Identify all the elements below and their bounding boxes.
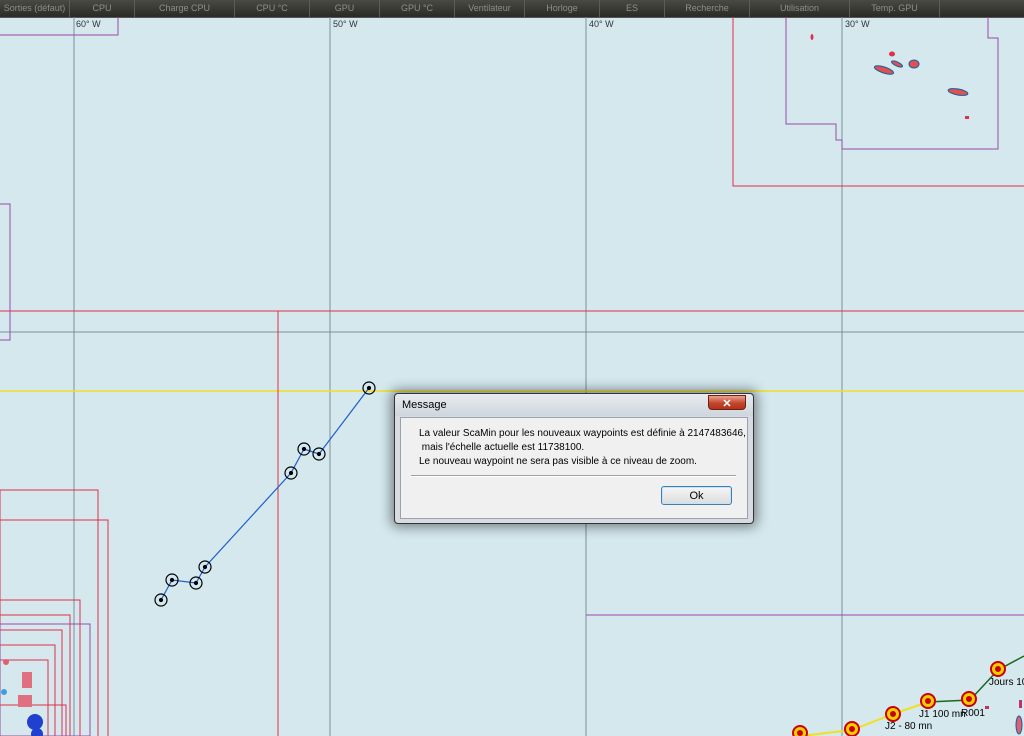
longitude-label: 60° W [76, 19, 101, 29]
close-icon: ✕ [722, 398, 732, 410]
longitude-grid [0, 17, 1024, 736]
status-segment: CPU °C [235, 0, 310, 17]
dialog-message: La valeur ScaMin pour les nouveaux waypo… [419, 427, 746, 469]
waypoint-marker [362, 381, 376, 395]
waypoint-label: J2 - 80 mn [885, 721, 933, 732]
status-segment: Charge CPU [135, 0, 235, 17]
waypoint-marker [154, 593, 168, 607]
dialog-titlebar[interactable]: Message ✕ [395, 394, 753, 416]
waypoint-label: J1 100 mn [919, 709, 966, 720]
status-segment: Sorties (défaut) [0, 0, 70, 17]
route-waypoint [792, 725, 808, 736]
status-segment: Horloge [525, 0, 600, 17]
coastline-cluster [1, 659, 43, 736]
status-segment: GPU [310, 0, 380, 17]
waypoint-marker [297, 442, 311, 456]
status-segment: CPU [70, 0, 135, 17]
waypoint-marker [312, 447, 326, 461]
longitude-label: 30° W [845, 19, 870, 29]
status-segment: Temp. GPU [850, 0, 940, 17]
message-line: La valeur ScaMin pour les nouveaux waypo… [419, 428, 746, 439]
route-waypoint [961, 691, 977, 707]
waypoints[interactable] [154, 381, 376, 607]
status-segment: Recherche [665, 0, 750, 17]
message-line: Le nouveau waypoint ne sera pas visible … [419, 456, 697, 467]
ok-button[interactable]: Ok [661, 486, 732, 505]
waypoint-marker [284, 466, 298, 480]
chart-canvas[interactable] [0, 17, 1024, 736]
status-segment: ES [600, 0, 665, 17]
azores-islands [810, 34, 969, 119]
status-segment: GPU °C [380, 0, 455, 17]
longitude-label: 50° W [333, 19, 358, 29]
route-waypoint [885, 706, 901, 722]
status-segment: Utilisation [750, 0, 850, 17]
waypoint-label: Jours 10 [989, 677, 1024, 688]
status-bar: Sorties (défaut) CPU Charge CPU CPU °C G… [0, 0, 1024, 18]
status-segment: Ventilateur [455, 0, 525, 17]
dialog-title: Message [402, 399, 447, 411]
dialog-body: La valeur ScaMin pour les nouveaux waypo… [400, 417, 748, 519]
longitude-label: 40° W [589, 19, 614, 29]
message-dialog: Message ✕ La valeur ScaMin pour les nouv… [394, 393, 754, 524]
route-waypoint [844, 721, 860, 736]
close-button[interactable]: ✕ [708, 395, 746, 410]
route-waypoint [920, 693, 936, 709]
route-waypoint [990, 661, 1006, 677]
route[interactable] [160, 387, 370, 601]
waypoint-label: R001 [961, 708, 985, 719]
message-line: mais l'échelle actuelle est 11738100. [419, 442, 585, 453]
small-markers [985, 700, 1023, 735]
dialog-separator [411, 475, 736, 477]
chart-boundaries-purple [0, 17, 1024, 736]
chart-boundaries-red [0, 17, 1024, 736]
waypoint-marker [198, 560, 212, 574]
